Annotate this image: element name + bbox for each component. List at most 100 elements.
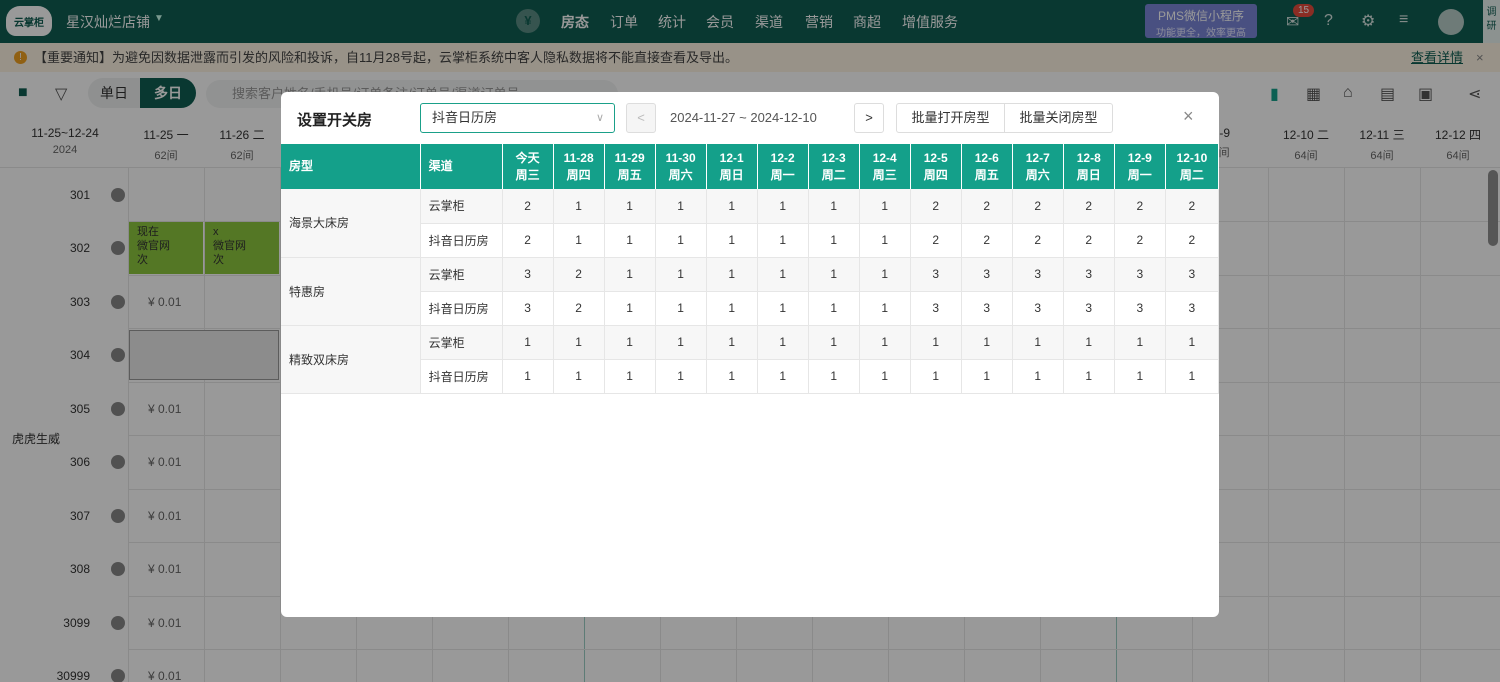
- availability-cell[interactable]: 3: [1114, 291, 1166, 326]
- availability-cell[interactable]: 3: [1012, 291, 1064, 326]
- header-weekday-label: 周五: [617, 167, 642, 182]
- availability-cell[interactable]: 1: [706, 257, 758, 292]
- availability-cell[interactable]: 1: [808, 291, 860, 326]
- availability-cell[interactable]: 3: [1114, 257, 1166, 292]
- availability-cell[interactable]: 1: [757, 325, 809, 360]
- availability-cell[interactable]: 1: [757, 257, 809, 292]
- availability-cell[interactable]: 1: [1063, 359, 1115, 394]
- availability-cell[interactable]: 3: [1165, 291, 1219, 326]
- availability-cell[interactable]: 1: [757, 189, 809, 224]
- availability-cell[interactable]: 1: [859, 325, 911, 360]
- availability-cell[interactable]: 2: [553, 257, 605, 292]
- header-date-label: 12-8: [1076, 150, 1101, 165]
- availability-cell[interactable]: 3: [910, 291, 962, 326]
- availability-cell[interactable]: 1: [553, 223, 605, 258]
- availability-cell[interactable]: 3: [1165, 257, 1219, 292]
- availability-cell[interactable]: 1: [757, 223, 809, 258]
- availability-cell[interactable]: 2: [910, 223, 962, 258]
- availability-cell[interactable]: 1: [859, 359, 911, 394]
- availability-cell[interactable]: 1: [553, 325, 605, 360]
- availability-cell[interactable]: 2: [502, 189, 554, 224]
- availability-cell[interactable]: 1: [604, 359, 656, 394]
- availability-cell[interactable]: 2: [1165, 189, 1219, 224]
- availability-cell[interactable]: 3: [1063, 257, 1115, 292]
- availability-cell[interactable]: 2: [1012, 223, 1064, 258]
- availability-cell[interactable]: 1: [706, 359, 758, 394]
- availability-cell[interactable]: 1: [910, 359, 962, 394]
- availability-cell[interactable]: 2: [1012, 189, 1064, 224]
- table-row: 海景大床房 云掌柜 2 1 1 1 1 1 1 1 2 2 2 2 2 2: [281, 189, 1219, 258]
- availability-cell[interactable]: 1: [604, 257, 656, 292]
- availability-cell[interactable]: 1: [910, 325, 962, 360]
- availability-cell[interactable]: 1: [757, 291, 809, 326]
- availability-cell[interactable]: 2: [553, 291, 605, 326]
- availability-cell[interactable]: 2: [961, 223, 1013, 258]
- availability-cell[interactable]: 1: [706, 223, 758, 258]
- availability-cell[interactable]: 1: [655, 223, 707, 258]
- availability-cell[interactable]: 1: [655, 359, 707, 394]
- availability-cell[interactable]: 1: [553, 359, 605, 394]
- availability-cell[interactable]: 1: [757, 359, 809, 394]
- availability-cell[interactable]: 1: [655, 257, 707, 292]
- availability-cell[interactable]: 1: [808, 325, 860, 360]
- availability-cell[interactable]: 1: [808, 359, 860, 394]
- availability-cell[interactable]: 1: [961, 325, 1013, 360]
- availability-cell[interactable]: 3: [502, 257, 554, 292]
- header-date: 12-9 周一: [1114, 144, 1166, 189]
- availability-cell[interactable]: 1: [859, 291, 911, 326]
- availability-cell[interactable]: 1: [808, 189, 860, 224]
- availability-cell[interactable]: 2: [1063, 223, 1115, 258]
- availability-cell[interactable]: 2: [1063, 189, 1115, 224]
- availability-cell[interactable]: 1: [655, 189, 707, 224]
- availability-cell[interactable]: 3: [1063, 291, 1115, 326]
- availability-cell[interactable]: 1: [655, 291, 707, 326]
- availability-cell[interactable]: 1: [706, 189, 758, 224]
- availability-cell[interactable]: 2: [910, 189, 962, 224]
- availability-cell[interactable]: 1: [808, 223, 860, 258]
- availability-cell[interactable]: 1: [1063, 325, 1115, 360]
- availability-cell[interactable]: 1: [604, 189, 656, 224]
- availability-cell[interactable]: 1: [1114, 325, 1166, 360]
- availability-cell[interactable]: 1: [961, 359, 1013, 394]
- availability-cell[interactable]: 1: [1165, 325, 1219, 360]
- availability-cell[interactable]: 1: [604, 223, 656, 258]
- availability-cell[interactable]: 2: [1114, 223, 1166, 258]
- availability-cell[interactable]: 1: [1165, 359, 1219, 394]
- availability-cell[interactable]: 1: [604, 325, 656, 360]
- availability-cell[interactable]: 2: [1114, 189, 1166, 224]
- prev-range-button[interactable]: <: [626, 103, 656, 133]
- availability-cell[interactable]: 3: [1012, 257, 1064, 292]
- batch-open-button[interactable]: 批量打开房型: [896, 103, 1005, 133]
- close-icon[interactable]: ×: [1183, 106, 1194, 127]
- batch-close-button[interactable]: 批量关闭房型: [1004, 103, 1113, 133]
- availability-cell[interactable]: 1: [859, 189, 911, 224]
- availability-cell[interactable]: 3: [961, 291, 1013, 326]
- availability-cell[interactable]: 1: [553, 189, 605, 224]
- availability-cell[interactable]: 1: [706, 325, 758, 360]
- availability-cell[interactable]: 1: [502, 325, 554, 360]
- header-weekday-label: 周五: [974, 167, 999, 182]
- header-weekday-label: 周六: [668, 167, 693, 182]
- availability-cell[interactable]: 3: [910, 257, 962, 292]
- availability-cell[interactable]: 2: [1165, 223, 1219, 258]
- availability-cell[interactable]: 1: [1114, 359, 1166, 394]
- availability-cell[interactable]: 3: [961, 257, 1013, 292]
- channel-select[interactable]: 抖音日历房 ∨: [420, 103, 615, 133]
- availability-cell[interactable]: 2: [502, 223, 554, 258]
- next-range-button[interactable]: >: [854, 103, 884, 133]
- availability-cell[interactable]: 1: [1012, 359, 1064, 394]
- availability-cell[interactable]: 3: [502, 291, 554, 326]
- header-date-label: 12-2: [770, 150, 795, 165]
- availability-cell[interactable]: 1: [859, 223, 911, 258]
- availability-cell[interactable]: 1: [808, 257, 860, 292]
- header-date: 12-8 周日: [1063, 144, 1115, 189]
- availability-cell[interactable]: 1: [655, 325, 707, 360]
- availability-cell[interactable]: 1: [706, 291, 758, 326]
- channel-cell: 云掌柜: [420, 257, 503, 292]
- availability-cell[interactable]: 1: [1012, 325, 1064, 360]
- availability-cell[interactable]: 2: [961, 189, 1013, 224]
- availability-cell[interactable]: 1: [859, 257, 911, 292]
- channel-cell: 抖音日历房: [420, 223, 503, 258]
- availability-cell[interactable]: 1: [502, 359, 554, 394]
- availability-cell[interactable]: 1: [604, 291, 656, 326]
